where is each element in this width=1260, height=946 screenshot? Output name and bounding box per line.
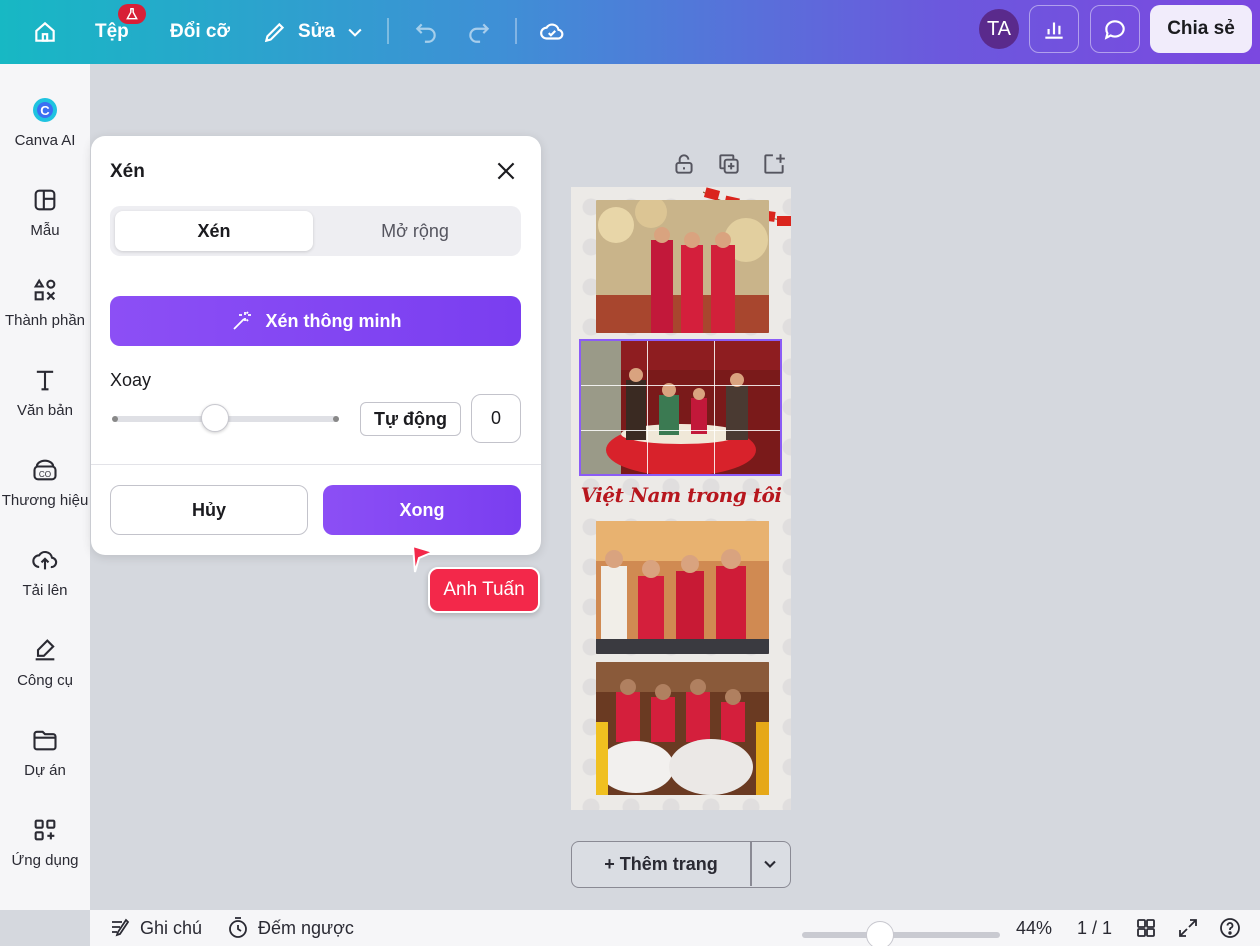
- undo-button[interactable]: [413, 0, 439, 64]
- sidebar-item-elements[interactable]: Thành phần: [0, 270, 90, 350]
- pencil-icon: [264, 22, 285, 43]
- design-page[interactable]: Việt Nam trong tôi: [571, 187, 791, 810]
- notification-badge: [118, 4, 146, 24]
- insights-button[interactable]: [1029, 5, 1079, 53]
- photo-ao-dai-women[interactable]: [596, 200, 769, 333]
- timer-icon: [229, 917, 247, 938]
- sidebar-item-brand[interactable]: CO Thương hiệu: [0, 450, 90, 530]
- zoom-slider-thumb[interactable]: [866, 921, 894, 946]
- magic-wand-icon: [232, 311, 251, 330]
- sidebar-item-apps[interactable]: Ứng dụng: [0, 810, 90, 890]
- home-icon: [35, 21, 55, 42]
- sidebar-item-text[interactable]: Văn bản: [0, 360, 90, 440]
- undo-icon: [415, 23, 436, 43]
- slider-max-dot: [333, 416, 339, 422]
- top-toolbar: Tệp Đổi cỡ Sửa TA Chia sẻ: [0, 0, 1260, 64]
- slogan-text[interactable]: Việt Nam trong tôi: [576, 483, 786, 507]
- cancel-button[interactable]: Hủy: [110, 485, 308, 535]
- sidebar-item-templates[interactable]: Mẫu: [0, 180, 90, 260]
- crop-frame[interactable]: [579, 339, 782, 476]
- page-count[interactable]: 1 / 1: [1077, 910, 1112, 946]
- smart-crop-button[interactable]: Xén thông minh: [110, 296, 521, 346]
- tab-crop[interactable]: Xén: [115, 211, 313, 251]
- svg-text:C: C: [40, 103, 50, 118]
- svg-text:CO: CO: [39, 470, 51, 479]
- lock-icon[interactable]: [671, 151, 697, 177]
- upload-icon: [32, 551, 58, 570]
- share-button[interactable]: Chia sẻ: [1150, 5, 1252, 53]
- tab-expand[interactable]: Mở rộng: [315, 211, 515, 251]
- rotate-slider-thumb[interactable]: [200, 404, 229, 432]
- crop-panel: Xén Xén Mở rộng Xén thông minh Xoay Tự đ…: [91, 136, 541, 555]
- comment-icon: [1104, 20, 1125, 40]
- edit-menu[interactable]: Sửa: [262, 0, 365, 64]
- bar-chart-icon: [1045, 22, 1063, 39]
- canva-ai-icon: C: [33, 98, 57, 122]
- crop-grid-line: [581, 385, 780, 387]
- panel-title: Xén: [110, 161, 145, 182]
- toolbar-divider: [515, 18, 517, 44]
- crop-grid-line: [581, 429, 780, 431]
- toolbar-divider: [387, 18, 389, 44]
- text-icon: [36, 370, 54, 391]
- sidebar-item-uploads[interactable]: Tải lên: [0, 540, 90, 620]
- rotate-label: Xoay: [110, 370, 152, 390]
- add-page-divider: [750, 842, 752, 886]
- notes-icon: [112, 918, 130, 937]
- slider-min-dot: [112, 416, 118, 422]
- home-button[interactable]: [32, 0, 58, 64]
- resize-menu[interactable]: Đổi cỡ: [170, 0, 230, 64]
- elements-icon: [33, 278, 56, 301]
- collaborator-name-tag: Anh Tuấn: [428, 567, 540, 613]
- bottom-bar: Ghi chú Đếm ngược 44% 1 / 1: [90, 910, 1260, 946]
- help-button[interactable]: [1218, 910, 1242, 946]
- photo-lion-dance-kids[interactable]: [596, 662, 769, 795]
- expand-icon: [1179, 919, 1197, 937]
- fullscreen-button[interactable]: [1176, 910, 1200, 946]
- auto-rotate-button[interactable]: Tự động: [360, 402, 461, 436]
- timer-button[interactable]: Đếm ngược: [226, 910, 354, 946]
- template-icon: [34, 189, 56, 211]
- cloud-check-icon: [540, 23, 564, 40]
- grid-view-button[interactable]: [1134, 910, 1158, 946]
- apps-icon: [34, 819, 56, 841]
- crop-grid-line: [647, 341, 649, 474]
- sidebar-item-canva-ai[interactable]: C Canva AI: [0, 90, 90, 170]
- close-icon[interactable]: [493, 158, 519, 184]
- left-sidebar: C Canva AI Mẫu Thành phần Văn bản CO Thư…: [0, 64, 90, 910]
- add-page-icon[interactable]: [761, 151, 787, 177]
- zoom-slider-track[interactable]: [802, 932, 1000, 938]
- add-page-button[interactable]: + Thêm trang: [571, 841, 791, 888]
- photo-friends-hearts[interactable]: [596, 521, 769, 654]
- crop-mode-segmented-control: Xén Mở rộng: [110, 206, 521, 256]
- comments-button[interactable]: [1090, 5, 1140, 53]
- tools-icon: [35, 639, 55, 661]
- brand-icon: CO: [33, 459, 57, 481]
- sidebar-item-projects[interactable]: Dự án: [0, 720, 90, 800]
- duplicate-page-icon[interactable]: [716, 151, 742, 177]
- chevron-down-icon[interactable]: [760, 854, 780, 874]
- rotate-value-input[interactable]: 0: [471, 394, 521, 443]
- redo-icon: [469, 23, 490, 43]
- redo-button[interactable]: [466, 0, 492, 64]
- help-icon: [1220, 918, 1240, 938]
- notes-button[interactable]: Ghi chú: [108, 910, 202, 946]
- sidebar-item-tools[interactable]: Công cụ: [0, 630, 90, 710]
- save-status-button[interactable]: [539, 0, 565, 64]
- grid-view-icon: [1137, 919, 1155, 937]
- flask-icon: [126, 8, 138, 20]
- chevron-down-icon: [348, 28, 362, 37]
- done-button[interactable]: Xong: [323, 485, 521, 535]
- panel-divider: [91, 464, 541, 465]
- folder-icon: [33, 730, 57, 751]
- zoom-level[interactable]: 44%: [1016, 910, 1052, 946]
- user-avatar[interactable]: TA: [979, 9, 1019, 49]
- crop-grid-line: [713, 341, 715, 474]
